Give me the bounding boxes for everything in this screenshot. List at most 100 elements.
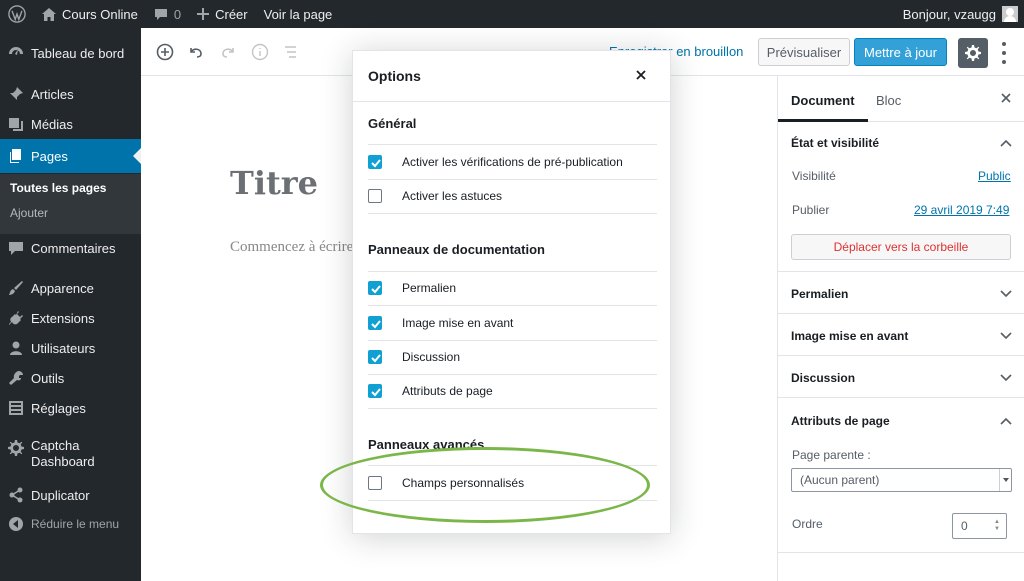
submenu-all-pages[interactable]: Toutes les pages [10, 181, 106, 195]
block-navigation-icon[interactable] [281, 42, 301, 62]
avatar [1002, 6, 1018, 22]
collapse-menu-label: Réduire le menu [31, 517, 120, 531]
collapse-arrow-icon [8, 516, 24, 532]
admin-sidebar: Tableau de bord Articles Médias Pages To… [0, 28, 141, 581]
wrench-icon [8, 370, 24, 386]
sidebar-item-users[interactable]: Utilisateurs [0, 333, 141, 363]
more-dot-icon [1002, 50, 1006, 55]
sidebar-item-duplicator[interactable]: Duplicator [0, 480, 141, 510]
sidebar-item-appearance[interactable]: Apparence [0, 273, 141, 303]
visibility-value-link[interactable]: Public [978, 169, 1011, 183]
post-title[interactable]: Titre [230, 164, 318, 202]
close-icon[interactable] [635, 69, 647, 81]
sidebar-item-label: Utilisateurs [31, 340, 96, 356]
redo-icon[interactable] [218, 42, 238, 62]
tab-block[interactable]: Bloc [876, 93, 901, 108]
order-stepper[interactable]: 0 ▲ ▼ [952, 513, 1007, 539]
dropdown-arrow-icon [999, 469, 1011, 491]
view-page-link[interactable]: Voir la page [256, 0, 341, 28]
gear-icon [8, 440, 24, 456]
sidebar-item-label: Captcha Dashboard [31, 438, 95, 469]
update-button[interactable]: Mettre à jour [854, 38, 947, 66]
documentation-group-title: Panneaux de documentation [368, 242, 545, 257]
comments-link[interactable]: 0 [146, 0, 189, 28]
plus-icon [197, 8, 210, 20]
modal-title: Options [368, 68, 421, 84]
page-attributes-title[interactable]: Attributs de page [791, 414, 890, 428]
option-discussion[interactable]: Discussion [368, 340, 657, 374]
option-page-attributes[interactable]: Attributs de page [368, 374, 657, 408]
pages-submenu: Toutes les pages Ajouter [0, 174, 141, 234]
info-icon[interactable] [250, 42, 270, 62]
sidebar-item-tools[interactable]: Outils [0, 363, 141, 393]
sidebar-item-pages[interactable]: Pages [0, 139, 141, 173]
option-label: Permalien [402, 281, 457, 295]
more-dot-icon [1002, 42, 1006, 47]
sidebar-item-plugins[interactable]: Extensions [0, 303, 141, 333]
comments-count: 0 [173, 6, 182, 22]
move-to-trash-button[interactable]: Déplacer vers la corbeille [791, 234, 1011, 260]
sidebar-item-articles[interactable]: Articles [0, 79, 141, 109]
view-page-label: Voir la page [263, 6, 333, 22]
comment-bubble-icon [154, 8, 168, 21]
featured-image-section[interactable]: Image mise en avant [778, 314, 1024, 356]
wordpress-logo-icon[interactable] [0, 0, 34, 28]
publish-date-link[interactable]: 29 avril 2019 7:49 [914, 203, 1009, 217]
chevron-up-icon[interactable] [1000, 417, 1012, 425]
sidebar-item-comments[interactable]: Commentaires [0, 233, 141, 263]
checkbox-unchecked[interactable] [368, 189, 382, 203]
sidebar-item-label: Articles [31, 86, 74, 102]
highlight-ellipse [320, 447, 650, 523]
permalink-section[interactable]: Permalien [778, 272, 1024, 314]
undo-icon[interactable] [186, 42, 206, 62]
publish-date-label: Publier [792, 203, 830, 217]
submenu-add-page[interactable]: Ajouter [10, 206, 48, 220]
more-menu-button[interactable] [998, 40, 1010, 66]
site-name-link[interactable]: Cours Online [34, 0, 146, 28]
sidebar-item-label: Pages [31, 148, 68, 164]
option-featured-image[interactable]: Image mise en avant [368, 306, 657, 340]
collapse-menu-button[interactable]: Réduire le menu [0, 509, 141, 539]
option-tips[interactable]: Activer les astuces [368, 179, 657, 213]
option-label: Image mise en avant [402, 316, 514, 330]
sidebar-item-captcha-dashboard[interactable]: Captcha Dashboard [0, 438, 141, 476]
greeting-text: Bonjour, vzaugg [902, 6, 996, 22]
status-visibility-section: État et visibilité Visibilité Public Pub… [778, 122, 1024, 272]
option-label: Attributs de page [402, 384, 493, 398]
permalink-title: Permalien [791, 287, 849, 301]
parent-page-value: (Aucun parent) [800, 473, 880, 487]
sidebar-item-label: Apparence [31, 280, 94, 296]
sidebar-item-label: Commentaires [31, 240, 116, 256]
sidebar-item-settings[interactable]: Réglages [0, 393, 141, 423]
checkbox-checked[interactable] [368, 384, 382, 398]
sidebar-item-label: Réglages [31, 400, 86, 416]
sidebar-item-label: Médias [31, 116, 73, 132]
close-icon[interactable] [999, 91, 1013, 105]
checkbox-checked[interactable] [368, 350, 382, 364]
spinner-arrows-icon[interactable]: ▲ ▼ [994, 519, 1000, 533]
plugin-icon [8, 310, 24, 326]
tab-document[interactable]: Document [778, 93, 868, 122]
users-icon [8, 340, 24, 356]
home-icon [42, 7, 56, 21]
checkbox-checked[interactable] [368, 281, 382, 295]
checkbox-checked[interactable] [368, 155, 382, 169]
option-label: Activer les vérifications de pré-publica… [402, 155, 623, 169]
preview-button[interactable]: Prévisualiser [758, 38, 850, 66]
discussion-section[interactable]: Discussion [778, 356, 1024, 398]
sidebar-item-label: Duplicator [31, 487, 90, 503]
parent-page-label: Page parente : [792, 448, 871, 462]
chevron-up-icon[interactable] [1000, 139, 1012, 147]
status-visibility-title[interactable]: État et visibilité [791, 136, 879, 150]
settings-gear-button[interactable] [958, 38, 988, 68]
modal-header: Options [353, 51, 670, 102]
parent-page-select[interactable]: (Aucun parent) [791, 468, 1012, 492]
account-menu[interactable]: Bonjour, vzaugg [903, 6, 1024, 22]
checkbox-checked[interactable] [368, 316, 382, 330]
add-block-icon[interactable] [155, 42, 175, 62]
sidebar-item-media[interactable]: Médias [0, 109, 141, 139]
sidebar-item-dashboard[interactable]: Tableau de bord [0, 38, 141, 68]
option-permalink[interactable]: Permalien [368, 271, 657, 305]
create-link[interactable]: Créer [189, 0, 256, 28]
option-pre-publish-checks[interactable]: Activer les vérifications de pré-publica… [368, 145, 657, 179]
